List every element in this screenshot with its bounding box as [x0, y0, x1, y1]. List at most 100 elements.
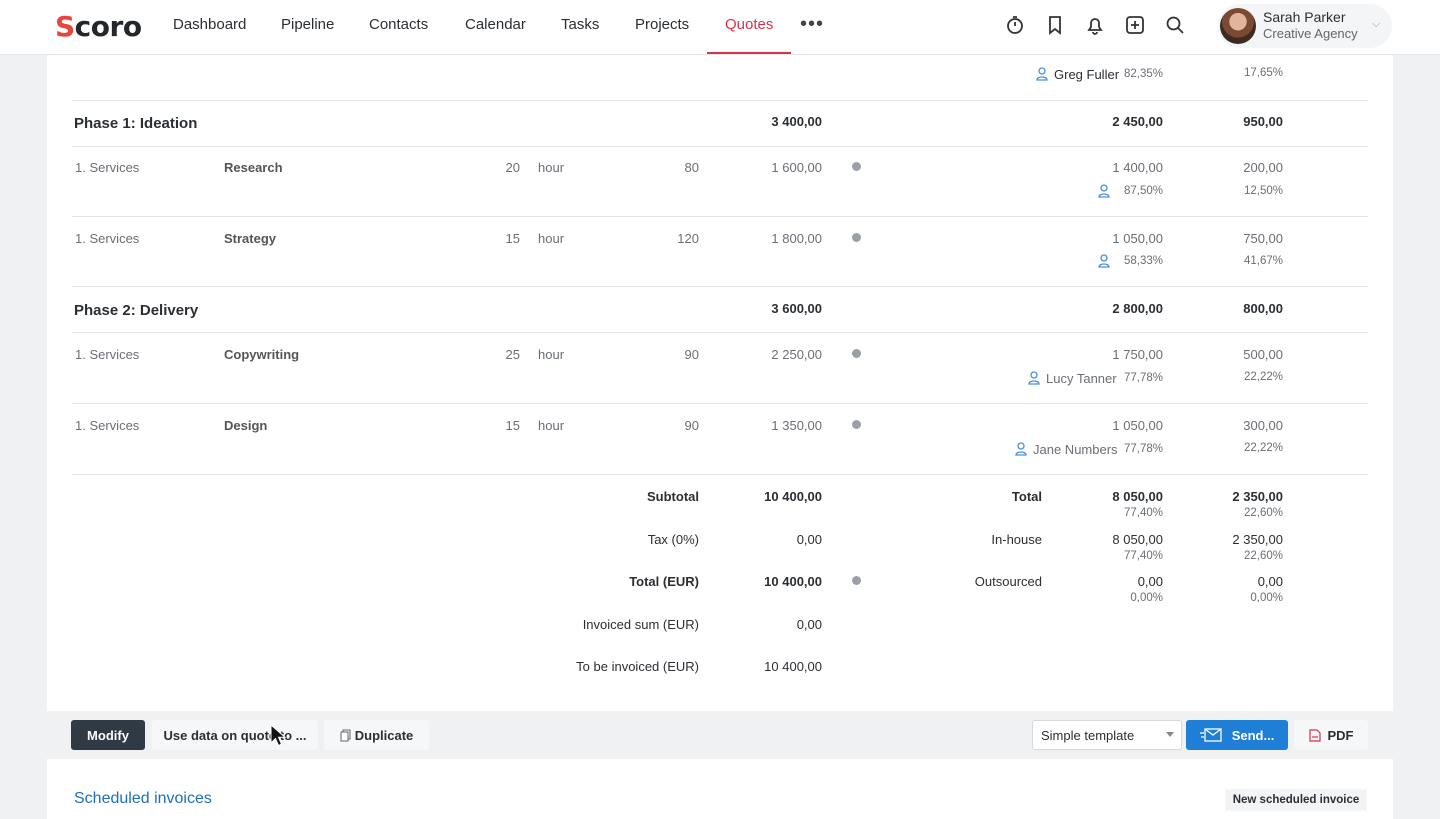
- pdf-label: PDF: [1327, 727, 1354, 743]
- line-sum: 1 600,00: [771, 160, 822, 175]
- total-label: Total (EUR): [629, 574, 699, 589]
- divider: [72, 332, 1368, 333]
- line-sum: 2 250,00: [771, 347, 822, 362]
- duplicate-label: Duplicate: [354, 727, 414, 743]
- breakdown-total-label: Total: [1011, 489, 1042, 504]
- to-be-invoiced-label: To be invoiced (EUR): [576, 659, 699, 674]
- nav-tasks[interactable]: Tasks: [561, 16, 599, 33]
- new-scheduled-invoice-button[interactable]: New scheduled invoice: [1225, 789, 1367, 811]
- mouse-cursor-icon: [270, 724, 286, 747]
- line-price: 90: [684, 347, 699, 362]
- line-name: Strategy: [224, 231, 277, 246]
- to-be-invoiced-value: 10 400,00: [764, 659, 822, 674]
- line-margin: 500,00: [1243, 347, 1283, 362]
- percent-value: 77,40%: [1123, 507, 1163, 519]
- send-button[interactable]: Send...: [1186, 720, 1288, 750]
- percent-value: 22,22%: [1243, 442, 1283, 454]
- phase-outsourced: 950,00: [1243, 114, 1283, 129]
- nav-projects[interactable]: Projects: [635, 16, 689, 33]
- percent-value: 87,50%: [1123, 185, 1163, 197]
- nav-dashboard[interactable]: Dashboard: [173, 16, 246, 33]
- top-bar: Scoro Dashboard Pipeline Contacts Calend…: [0, 0, 1440, 55]
- percent-value: 0,00%: [1130, 592, 1163, 604]
- duplicate-button[interactable]: Duplicate: [324, 720, 429, 750]
- subtotal-label: Subtotal: [647, 489, 699, 504]
- percent-value: 41,67%: [1243, 255, 1283, 267]
- user-name: Sarah Parker: [1263, 9, 1346, 25]
- line-name: Design: [224, 418, 268, 433]
- status-dot: [852, 233, 861, 242]
- template-select-value: Simple template: [1041, 728, 1135, 743]
- bell-icon[interactable]: [1084, 14, 1106, 36]
- line-qty: 25: [505, 347, 520, 362]
- line-unit: hour: [538, 347, 565, 362]
- template-select[interactable]: Simple template: [1032, 720, 1182, 750]
- nav-calendar[interactable]: Calendar: [465, 16, 526, 33]
- percent-value: 77,40%: [1123, 550, 1163, 562]
- assignee-name[interactable]: Lucy Tanner: [1046, 371, 1117, 386]
- phase-total: 3 600,00: [771, 301, 822, 316]
- outsourced-margin: 0,00: [1257, 574, 1283, 589]
- breakdown-total-inhouse: 8 050,00: [1112, 489, 1163, 504]
- more-menu-icon[interactable]: •••: [800, 13, 824, 36]
- percent-value: 77,78%: [1123, 443, 1163, 455]
- total-value: 10 400,00: [764, 574, 822, 589]
- line-margin: 200,00: [1243, 160, 1283, 175]
- scheduled-invoices-title[interactable]: Scheduled invoices: [74, 790, 212, 808]
- phase-inhouse: 2 800,00: [1112, 301, 1163, 316]
- person-icon[interactable]: [1098, 254, 1110, 268]
- line-margin: 750,00: [1243, 231, 1283, 246]
- divider: [72, 146, 1368, 147]
- inhouse-value: 8 050,00: [1112, 532, 1163, 547]
- percent-value: 22,22%: [1243, 371, 1283, 383]
- percent-value: 58,33%: [1123, 255, 1163, 267]
- phase-outsourced: 800,00: [1243, 301, 1283, 316]
- person-icon: [1015, 442, 1027, 456]
- divider: [72, 474, 1368, 475]
- percent-value: 82,35%: [1123, 68, 1163, 80]
- phase-total: 3 400,00: [771, 114, 822, 129]
- add-icon[interactable]: [1124, 14, 1146, 36]
- percent-value: 12,50%: [1243, 185, 1283, 197]
- bookmark-icon[interactable]: [1044, 14, 1066, 36]
- search-icon[interactable]: [1164, 14, 1186, 36]
- inhouse-margin: 2 350,00: [1232, 532, 1283, 547]
- line-name: Research: [224, 160, 283, 175]
- tax-value: 0,00: [796, 532, 822, 547]
- nav-contacts[interactable]: Contacts: [369, 16, 428, 33]
- line-sum: 1 800,00: [771, 231, 822, 246]
- line-unit: hour: [538, 160, 565, 175]
- nav-pipeline[interactable]: Pipeline: [281, 16, 334, 33]
- outsourced-value: 0,00: [1137, 574, 1163, 589]
- status-dot: [852, 576, 861, 585]
- line-group: 1. Services: [75, 231, 140, 246]
- nav-quotes[interactable]: Quotes: [725, 16, 773, 33]
- person-icon: [1036, 67, 1048, 81]
- use-data-button[interactable]: Use data on quote to ...: [152, 720, 318, 750]
- copy-icon: [340, 729, 351, 741]
- tax-label: Tax (0%): [647, 532, 699, 547]
- phase-title[interactable]: Phase 2: Delivery: [74, 302, 198, 319]
- line-group: 1. Services: [75, 418, 140, 433]
- line-cost: 1 400,00: [1112, 160, 1163, 175]
- timer-icon[interactable]: [1004, 14, 1026, 36]
- send-label: Send...: [1231, 727, 1275, 743]
- person-icon: [1028, 371, 1040, 385]
- modify-button[interactable]: Modify: [71, 720, 145, 750]
- percent-value: 77,78%: [1123, 372, 1163, 384]
- quote-lines-card: [47, 55, 1393, 711]
- logo-text: coro: [74, 10, 142, 43]
- app-logo[interactable]: Scoro: [55, 10, 142, 43]
- assignee-name[interactable]: Greg Fuller: [1054, 67, 1119, 82]
- invoiced-label: Invoiced sum (EUR): [582, 617, 699, 632]
- assignee-name[interactable]: Jane Numbers: [1033, 442, 1118, 457]
- scheduled-invoices-card: [47, 759, 1393, 819]
- person-icon[interactable]: [1098, 184, 1110, 198]
- pdf-button[interactable]: PDF: [1294, 720, 1368, 750]
- phase-title[interactable]: Phase 1: Ideation: [74, 115, 197, 132]
- user-menu[interactable]: Sarah Parker Creative Agency ⌵: [1218, 4, 1392, 48]
- line-unit: hour: [538, 418, 565, 433]
- line-cost: 1 050,00: [1112, 231, 1163, 246]
- invoiced-value: 0,00: [796, 617, 822, 632]
- percent-value: 0,00%: [1250, 592, 1283, 604]
